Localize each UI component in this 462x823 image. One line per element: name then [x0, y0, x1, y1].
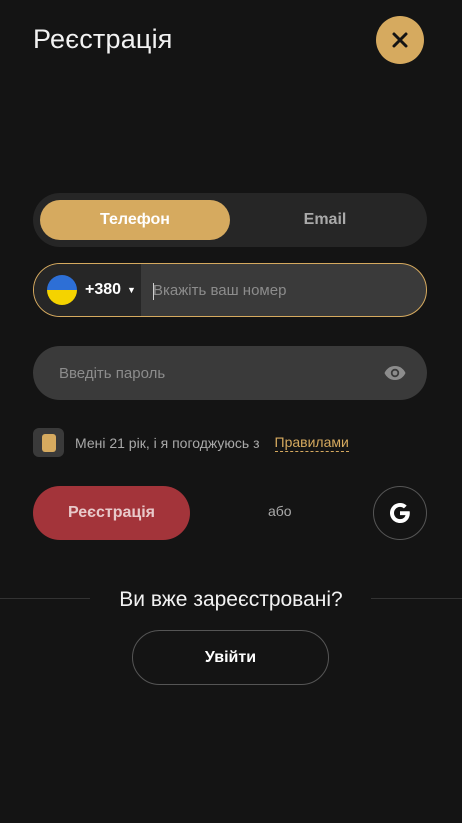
or-label: або: [268, 503, 292, 519]
ukraine-flag-icon: [47, 275, 77, 305]
phone-field: +380 ▼: [33, 263, 427, 317]
checkbox-mark: [41, 433, 56, 452]
eye-icon[interactable]: [383, 361, 407, 385]
rules-link[interactable]: Правилами: [274, 434, 349, 452]
agreement-text: Мені 21 рік, і я погоджуюсь з: [75, 434, 260, 451]
page-title: Реєстрація: [33, 24, 173, 54]
login-button[interactable]: Увійти: [132, 630, 329, 685]
password-input[interactable]: [59, 364, 383, 382]
agreement-checkbox[interactable]: [33, 428, 64, 457]
close-button[interactable]: [376, 16, 424, 64]
google-icon: [390, 503, 410, 523]
google-login-button[interactable]: [373, 486, 427, 540]
close-icon: [392, 32, 408, 48]
password-field: [33, 346, 427, 400]
already-registered-text: Ви вже зареєстровані?: [119, 588, 343, 611]
signup-method-tabs: Телефон Email: [33, 193, 427, 247]
chevron-down-icon: ▼: [127, 285, 136, 295]
tab-email[interactable]: Email: [230, 200, 420, 240]
text-cursor: [153, 283, 154, 300]
register-button[interactable]: Реєстрація: [33, 486, 190, 540]
country-code: +380: [85, 281, 122, 298]
country-code-select[interactable]: +380 ▼: [34, 264, 141, 316]
tab-phone[interactable]: Телефон: [40, 200, 230, 240]
agreement-row: Мені 21 рік, і я погоджуюсь з Правилами: [33, 428, 349, 457]
phone-input[interactable]: [141, 264, 426, 316]
